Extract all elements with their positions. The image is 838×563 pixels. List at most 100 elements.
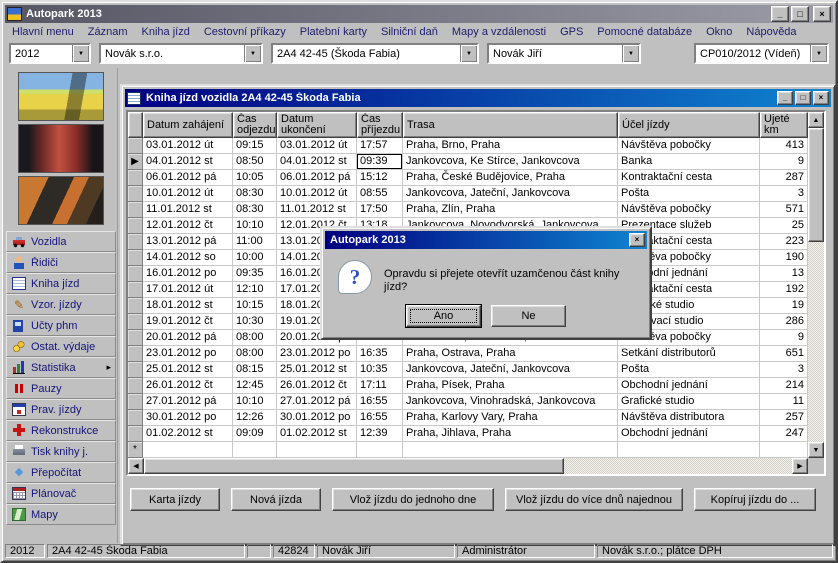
trip-cell[interactable]: 12:39 bbox=[357, 426, 403, 442]
menu-item-zaznam[interactable]: Záznam bbox=[81, 23, 135, 40]
dialog-close-button[interactable]: × bbox=[629, 233, 645, 247]
trip-cell[interactable]: 20.01.2012 pá bbox=[143, 330, 233, 346]
row-selector[interactable] bbox=[128, 410, 143, 426]
trip-cell[interactable]: 08:50 bbox=[233, 154, 277, 170]
trip-cell[interactable]: 17:50 bbox=[357, 202, 403, 218]
trip-row[interactable]: 26.01.2012 čt12:4526.01.2012 čt17:11Prah… bbox=[128, 378, 808, 394]
company-combo[interactable]: Novák s.r.o. ▼ bbox=[99, 43, 263, 64]
row-selector[interactable]: * bbox=[128, 442, 143, 458]
column-header[interactable]: Trasa bbox=[403, 112, 618, 138]
menu-item-kniha-jizd[interactable]: Kniha jízd bbox=[135, 23, 197, 40]
trip-row[interactable]: 25.01.2012 st08:1525.01.2012 st10:35Jank… bbox=[128, 362, 808, 378]
trip-cell[interactable] bbox=[233, 442, 277, 458]
dialog-titlebar[interactable]: Autopark 2013 × bbox=[325, 231, 647, 249]
trip-cell[interactable]: 03.01.2012 út bbox=[143, 138, 233, 154]
row-selector[interactable] bbox=[128, 138, 143, 154]
trip-cell[interactable]: 10:30 bbox=[233, 314, 277, 330]
trip-cell[interactable]: 27.01.2012 pá bbox=[143, 394, 233, 410]
trip-cell[interactable]: 287 bbox=[760, 170, 808, 186]
trip-cell[interactable]: 09:39 bbox=[357, 154, 403, 170]
trip-cell[interactable]: 03.01.2012 út bbox=[277, 138, 357, 154]
sidebar-item-tisk-knihy-j[interactable]: Tisk knihy j. bbox=[6, 441, 116, 462]
trip-cell[interactable]: 08:30 bbox=[233, 202, 277, 218]
window-maximize-button[interactable]: □ bbox=[795, 91, 811, 105]
trip-cell[interactable]: 9 bbox=[760, 154, 808, 170]
trip-cell[interactable]: Návštěva pobočky bbox=[618, 202, 760, 218]
trip-cell[interactable]: 08:00 bbox=[233, 346, 277, 362]
kopiruj-jizdu-button[interactable]: Kopíruj jízdu do ... bbox=[694, 488, 816, 511]
trip-cell[interactable]: 08:30 bbox=[233, 186, 277, 202]
trip-cell[interactable]: 413 bbox=[760, 138, 808, 154]
window-minimize-button[interactable]: _ bbox=[777, 91, 793, 105]
trip-cell[interactable]: 12:45 bbox=[233, 378, 277, 394]
trip-cell[interactable]: 14.01.2012 so bbox=[143, 250, 233, 266]
trip-cell[interactable]: Praha, Karlovy Vary, Praha bbox=[403, 410, 618, 426]
trip-cell[interactable]: Banka bbox=[618, 154, 760, 170]
trip-cell[interactable]: 214 bbox=[760, 378, 808, 394]
trip-cell[interactable]: 223 bbox=[760, 234, 808, 250]
nova-jizda-button[interactable]: Nová jízda bbox=[231, 488, 321, 511]
sidebar-item-vozidla[interactable]: Vozidla bbox=[6, 231, 116, 252]
trip-cell[interactable]: Praha, Jihlava, Praha bbox=[403, 426, 618, 442]
close-button[interactable]: × bbox=[813, 6, 831, 22]
trip-row[interactable]: 23.01.2012 po08:0023.01.2012 po16:35Prah… bbox=[128, 346, 808, 362]
year-combo[interactable]: 2012 ▼ bbox=[9, 43, 91, 64]
row-selector[interactable] bbox=[128, 378, 143, 394]
trip-cell[interactable]: 3 bbox=[760, 186, 808, 202]
scroll-down-icon[interactable]: ▼ bbox=[808, 442, 824, 458]
trip-cell[interactable] bbox=[403, 442, 618, 458]
trip-cell[interactable]: 09:15 bbox=[233, 138, 277, 154]
trip-cell[interactable]: 23.01.2012 po bbox=[277, 346, 357, 362]
trip-cell[interactable]: Návštěva pobočky bbox=[618, 138, 760, 154]
trip-cell[interactable] bbox=[277, 442, 357, 458]
trip-cell[interactable] bbox=[357, 442, 403, 458]
trip-cell[interactable]: 10:10 bbox=[233, 394, 277, 410]
menu-item-platebni-karty[interactable]: Platební karty bbox=[293, 23, 374, 40]
trip-cell[interactable]: 11.01.2012 st bbox=[143, 202, 233, 218]
trip-cell[interactable]: 27.01.2012 pá bbox=[277, 394, 357, 410]
trip-cell[interactable]: 15:12 bbox=[357, 170, 403, 186]
trip-row[interactable]: ▶04.01.2012 st08:5004.01.2012 st09:39Jan… bbox=[128, 154, 808, 170]
trip-cell[interactable]: 10:00 bbox=[233, 250, 277, 266]
trip-cell[interactable]: 9 bbox=[760, 330, 808, 346]
column-header[interactable]: Účel jízdy bbox=[618, 112, 760, 138]
horizontal-scrollbar[interactable]: ◀ ▶ bbox=[128, 458, 808, 474]
trip-cell[interactable]: 18.01.2012 st bbox=[143, 298, 233, 314]
trip-cell[interactable]: 10.01.2012 út bbox=[277, 186, 357, 202]
menu-item-mapy-a-vzdalenosti[interactable]: Mapy a vzdálenosti bbox=[445, 23, 553, 40]
trip-cell[interactable]: Pošta bbox=[618, 186, 760, 202]
trip-cell[interactable] bbox=[143, 442, 233, 458]
trip-cell[interactable]: 26.01.2012 čt bbox=[143, 378, 233, 394]
sidebar-item-kniha-jizd[interactable]: Kniha jízd bbox=[6, 273, 116, 294]
sidebar-item-pauzy[interactable]: Pauzy bbox=[6, 378, 116, 399]
trip-cell[interactable]: 286 bbox=[760, 314, 808, 330]
trip-book-titlebar[interactable]: Kniha jízd vozidla 2A4 42-45 Škoda Fabia… bbox=[125, 89, 831, 107]
trip-cell[interactable]: 12:10 bbox=[233, 282, 277, 298]
trip-cell[interactable]: Setkání distributorů bbox=[618, 346, 760, 362]
trip-cell[interactable]: 08:15 bbox=[233, 362, 277, 378]
vloz-jizdu-vice-dnu-button[interactable]: Vlož jízdu do více dnů najednou bbox=[505, 488, 683, 511]
trip-cell[interactable]: 11.01.2012 st bbox=[277, 202, 357, 218]
trip-cell[interactable]: 25.01.2012 st bbox=[277, 362, 357, 378]
trip-cell[interactable]: 13 bbox=[760, 266, 808, 282]
chevron-down-icon[interactable]: ▼ bbox=[460, 45, 477, 62]
trip-cell[interactable] bbox=[760, 442, 808, 458]
travel-order-combo[interactable]: CP010/2012 (Vídeň) ▼ bbox=[694, 43, 829, 64]
menu-item-cestovni-prikazy[interactable]: Cestovní příkazy bbox=[197, 23, 293, 40]
trip-cell[interactable]: Praha, Ostrava, Praha bbox=[403, 346, 618, 362]
sidebar-item-prepocitat[interactable]: ◆ Přepočítat bbox=[6, 462, 116, 483]
sidebar-item-ucty-phm[interactable]: Účty phm bbox=[6, 315, 116, 336]
trip-cell[interactable]: Pošta bbox=[618, 362, 760, 378]
trip-cell[interactable] bbox=[618, 442, 760, 458]
trip-row[interactable]: 03.01.2012 út09:1503.01.2012 út17:57Prah… bbox=[128, 138, 808, 154]
row-selector[interactable] bbox=[128, 282, 143, 298]
sidebar-item-mapy[interactable]: Mapy bbox=[6, 504, 116, 525]
menu-item-silnicni-dan[interactable]: Silniční daň bbox=[374, 23, 445, 40]
trip-cell[interactable]: 247 bbox=[760, 426, 808, 442]
row-selector[interactable] bbox=[128, 250, 143, 266]
trip-cell[interactable]: 08:55 bbox=[357, 186, 403, 202]
no-button[interactable]: Ne bbox=[491, 305, 566, 327]
window-close-button[interactable]: × bbox=[813, 91, 829, 105]
trip-cell[interactable]: 06.01.2012 pá bbox=[143, 170, 233, 186]
menu-item-napoveda[interactable]: Nápověda bbox=[739, 23, 803, 40]
